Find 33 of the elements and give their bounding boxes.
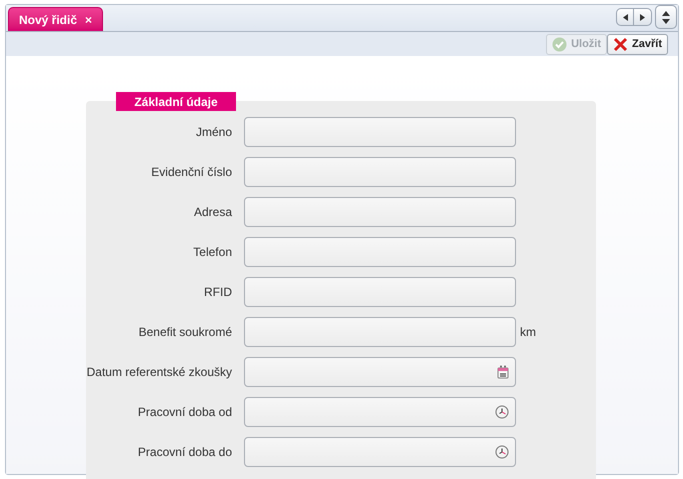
clock-icon[interactable] — [495, 405, 509, 419]
unit-label: km — [519, 324, 536, 341]
input-field[interactable] — [244, 157, 516, 187]
close-icon — [613, 36, 628, 52]
field-label: Datum referentské zkoušky — [86, 364, 233, 381]
input-field[interactable] — [244, 277, 516, 307]
section-title: Základní údaje — [116, 92, 236, 111]
time-field[interactable] — [244, 437, 516, 467]
field-label: Telefon — [192, 244, 233, 261]
field-label: Jméno — [194, 124, 233, 141]
field-label: RFID — [203, 284, 233, 301]
field-label: Benefit soukromé — [138, 324, 233, 341]
field-label: Pracovní doba od — [136, 404, 233, 421]
input-field[interactable] — [244, 317, 516, 347]
tab-close-button[interactable]: × — [85, 10, 92, 28]
scroll-down-icon[interactable] — [662, 18, 670, 24]
date-field[interactable] — [244, 357, 516, 387]
input-field[interactable] — [244, 197, 516, 227]
checkmark-icon — [552, 36, 568, 52]
scroll-left-icon[interactable] — [622, 14, 628, 20]
tab-label: Nový řidič — [19, 12, 78, 28]
scroll-up-icon[interactable] — [662, 10, 670, 16]
calendar-icon[interactable] — [497, 365, 509, 379]
field-label: Pracovní doba do — [136, 444, 233, 461]
input-field[interactable] — [244, 117, 516, 147]
time-field[interactable] — [244, 397, 516, 427]
field-label: Adresa — [192, 204, 233, 221]
clock-icon[interactable] — [495, 445, 509, 459]
input-field[interactable] — [244, 237, 516, 267]
scroll-right-icon[interactable] — [640, 14, 645, 20]
tab[interactable]: Nový řidič × — [8, 7, 104, 31]
close-button[interactable]: Zavřít — [607, 34, 668, 54]
field-label: Evidenční číslo — [150, 164, 233, 181]
